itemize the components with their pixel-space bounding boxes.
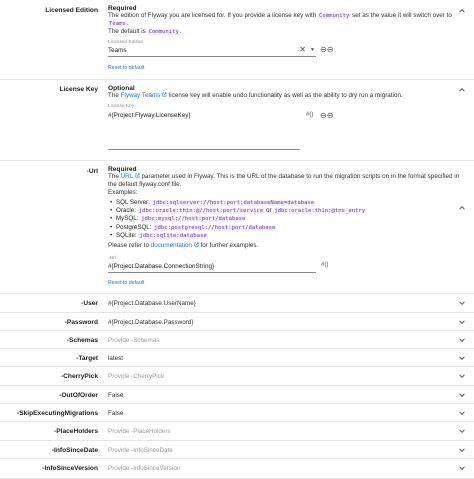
- licensed-edition-select[interactable]: Teams ✕ ▼: [108, 45, 316, 57]
- param-row-outoforder[interactable]: -OutOfOrder False: [0, 386, 474, 404]
- param-row-skipexecutingmigrations[interactable]: -SkipExecutingMigrations False: [0, 404, 474, 422]
- optional-label: Optional: [108, 85, 135, 92]
- chevron-down-icon[interactable]: [458, 391, 466, 399]
- param-row-schemas[interactable]: -Schemas Provide -Schemas: [0, 331, 474, 349]
- param-value: #{Project.Database.UserName}: [108, 300, 196, 307]
- example-mysql: MySQL: jdbc:mysql://host:port/database: [108, 215, 463, 223]
- param-label: -Target: [76, 355, 98, 362]
- example-postgresql: PostgreSQL: jdbc:postgresql://host:port/…: [108, 224, 463, 232]
- external-link-icon: [162, 92, 167, 99]
- examples-list: SQL Server: jdbc:sqlserver://host:port;d…: [108, 199, 463, 240]
- chevron-up-icon[interactable]: [458, 86, 466, 94]
- chevron-down-icon[interactable]: [458, 336, 466, 344]
- example-sqlite: SQLite: jdbc:sqlite:database: [108, 232, 463, 240]
- examples-label: Examples:: [108, 189, 138, 197]
- param-value: Provide -Schemas: [108, 337, 160, 344]
- licensed-edition-default: The default is Community.: [108, 28, 182, 36]
- param-value: False: [108, 410, 124, 417]
- param-value: Provide -InfoSinceDate: [108, 447, 173, 454]
- chevron-down-icon[interactable]: [458, 464, 466, 472]
- chevron-down-icon[interactable]: [458, 372, 466, 380]
- param-value: Provide -CherryPick: [108, 373, 164, 380]
- url-refer-text: Please refer to documentation for furthe…: [108, 242, 259, 250]
- licensed-edition-select-value: Teams: [108, 47, 127, 54]
- url-link[interactable]: URL: [121, 173, 133, 180]
- param-label: -User: [81, 300, 98, 307]
- url-input[interactable]: #{Project.Database.ConnectionString}: [108, 262, 316, 273]
- link-icon[interactable]: ⊖⊖: [320, 111, 333, 120]
- link-icon[interactable]: ⊖⊖: [320, 45, 333, 54]
- license-key-input[interactable]: #{Project.Flyway.LicenseKey}: [108, 112, 190, 119]
- param-label: -PlaceHolders: [54, 428, 98, 435]
- license-key-input-underline: [108, 149, 300, 150]
- variable-icon[interactable]: #(): [306, 112, 313, 118]
- chevron-down-icon[interactable]: [458, 446, 466, 454]
- param-label: -OutOfOrder: [59, 392, 98, 399]
- url-field-label: -Url: [108, 256, 116, 261]
- param-row-target[interactable]: -Target latest: [0, 349, 474, 367]
- param-value: Provide -InfoSinceVersion: [108, 465, 181, 472]
- param-row-placeholders[interactable]: -PlaceHolders Provide -PlaceHolders: [0, 422, 474, 441]
- param-label: -CherryPick: [60, 373, 98, 380]
- required-label: Required: [108, 5, 137, 12]
- documentation-link[interactable]: documentation: [151, 242, 192, 249]
- dropdown-arrow-icon[interactable]: ▼: [310, 47, 315, 53]
- param-value: #{Project.Database.Password}: [108, 319, 194, 326]
- param-label: -Password: [64, 319, 98, 326]
- param-value: False: [108, 392, 124, 399]
- licensed-edition-description: The edition of Flyway you are licensed f…: [108, 12, 452, 28]
- example-oracle: Oracle: jdbc:oracle:thin:@//host:port/se…: [108, 207, 463, 215]
- url-label: -Url: [86, 168, 98, 175]
- reset-to-default-link[interactable]: Reset to default: [108, 65, 144, 71]
- licensed-edition-section: Licensed Edition Required The edition of…: [0, 0, 474, 80]
- chevron-down-icon[interactable]: [458, 427, 466, 435]
- code-default-community: Community: [147, 29, 180, 36]
- param-row-infosincedate[interactable]: -InfoSinceDate Provide -InfoSinceDate: [0, 441, 474, 459]
- param-value: Provide -PlaceHolders: [108, 428, 171, 435]
- param-label: -SkipExecutingMigrations: [17, 410, 98, 417]
- chevron-down-icon[interactable]: [458, 354, 466, 362]
- code-community: Community: [318, 13, 351, 19]
- example-sqlserver: SQL Server: jdbc:sqlserver://host:port;d…: [108, 199, 463, 207]
- license-key-description: The Flyway Teams license key will enable…: [108, 92, 403, 99]
- reset-to-default-link[interactable]: Reset to default: [108, 280, 144, 286]
- param-row-password[interactable]: -Password #{Project.Database.Password}: [0, 313, 474, 331]
- chevron-down-icon[interactable]: [458, 299, 466, 307]
- license-key-field-label: License Key: [108, 104, 135, 109]
- chevron-down-icon[interactable]: [458, 409, 466, 417]
- param-row-infosinceversion[interactable]: -InfoSinceVersion Provide -InfoSinceVers…: [0, 459, 474, 479]
- param-value: latest: [108, 355, 124, 362]
- variable-icon[interactable]: #(): [321, 262, 328, 268]
- external-link-icon: [135, 173, 140, 180]
- external-link-icon: [194, 242, 199, 249]
- clear-icon[interactable]: ✕: [299, 45, 306, 54]
- required-label: Required: [108, 166, 137, 173]
- param-label: -Schemas: [66, 337, 98, 344]
- code-teams: Teams: [108, 21, 127, 28]
- url-input-value: #{Project.Database.ConnectionString}: [108, 263, 215, 270]
- url-section: -Url Required The URL parameter used in …: [0, 161, 474, 294]
- flyway-teams-link[interactable]: Flyway Teams: [121, 92, 161, 99]
- param-row-user[interactable]: -User #{Project.Database.UserName}: [0, 294, 474, 313]
- param-row-cherrypick[interactable]: -CherryPick Provide -CherryPick: [0, 367, 474, 386]
- param-label: -InfoSinceDate: [51, 447, 98, 454]
- license-key-label: License Key: [59, 86, 98, 93]
- url-description: The URL parameter used in Flyway. This i…: [108, 173, 460, 189]
- chevron-down-icon[interactable]: [458, 318, 466, 326]
- param-label: -InfoSinceVersion: [42, 465, 98, 472]
- licensed-edition-label: Licensed Edition: [45, 7, 98, 14]
- step-parameters-page: Licensed Edition Required The edition of…: [0, 0, 474, 479]
- license-key-section: License Key Optional The Flyway Teams li…: [0, 80, 474, 161]
- chevron-up-icon[interactable]: [458, 7, 466, 15]
